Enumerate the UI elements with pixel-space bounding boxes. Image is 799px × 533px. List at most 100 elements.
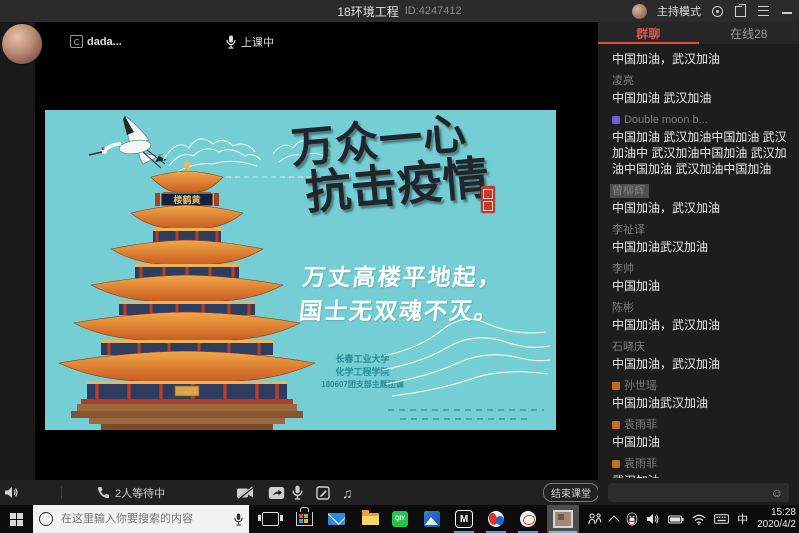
chat-author: 袁雨菲 [612,457,793,471]
task-view-icon [262,512,279,526]
toolbar-divider [61,486,62,499]
chat-author-name: 曾柳辉 [612,184,645,198]
speaker-icon[interactable] [4,480,19,505]
chat-message-text: 武汉加油 [612,473,793,478]
taskbar-search[interactable] [33,505,249,533]
taskbar-app-store[interactable] [288,505,320,533]
chat-author: 凌亮 [612,74,793,88]
chat-panel: 群聊 在线28 中国加油，武汉加油凌亮中国加油 武汉加油Double moon … [598,22,799,505]
chat-input[interactable]: ☺ [608,483,789,502]
slogan-line1: 万丈高楼平地起， [301,260,556,294]
chat-message: 曾柳辉中国加油，武汉加油 [612,184,793,216]
chat-author: 孙世瑶 [612,379,793,393]
host-mode-label[interactable]: 主持模式 [657,3,701,19]
chat-author-name: 袁雨菲 [624,457,657,471]
music-button[interactable]: ♫ [342,480,353,505]
screen-share-button[interactable] [268,480,285,505]
presenter-badge-icon [70,35,83,48]
tab-online-members[interactable]: 在线28 [699,22,799,44]
class-toolbar: 2人等待中 ♫ 结束课堂 [0,480,598,505]
chat-author-name: 凌亮 [612,74,634,88]
chat-message: 李帅中国加油 [612,262,793,294]
chat-message-text: 中国加油 [612,434,793,450]
chat-message-text: 中国加油，武汉加油 [612,51,793,67]
end-class-button[interactable]: 结束课堂 [543,483,599,502]
tray-battery-icon[interactable] [664,505,688,533]
chat-message: 陈彬中国加油，武汉加油 [612,301,793,333]
taskbar-app-explorer[interactable] [354,505,386,533]
search-input[interactable] [59,512,228,526]
tray-people-icon[interactable] [584,505,606,533]
tray-qq-icon[interactable] [622,505,642,533]
mgtv-icon: M [455,510,473,528]
emoji-icon[interactable]: ☺ [771,487,783,499]
waiting-count-label: 2人等待中 [115,485,165,501]
chat-message: 凌亮中国加油 武汉加油 [612,74,793,106]
chat-message-text: 中国加油武汉加油 [612,239,793,255]
author-badge-icon [612,382,620,390]
tray-network-icon[interactable] [688,505,710,533]
chat-message: 袁雨菲武汉加油 [612,457,793,478]
task-view-button[interactable] [254,505,286,533]
camera-off-button[interactable] [236,480,255,505]
taskbar-app-classroom-active[interactable] [547,505,579,533]
chat-message: 中国加油，武汉加油 [612,51,793,67]
tower-plaque-text: 楼鹤黄 [173,194,200,205]
ime-language-indicator[interactable]: 中 [733,505,752,533]
chat-message-text: 中国加油 武汉加油中国加油 武汉加油中 武汉加油中国加油 武汉加油中国加油 武汉… [612,129,793,177]
chat-author: Double moon b... [612,113,793,127]
meeting-app-icon [488,511,504,527]
chat-author: 李祉译 [612,223,793,237]
chat-author-name: 石晓庆 [612,340,645,354]
class-id: ID:4247412 [405,5,462,17]
chat-author: 陈彬 [612,301,793,315]
chat-author-name: 孙世瑶 [624,379,657,393]
yellow-crane-tower-illustration: 楼鹤黄 [57,158,317,430]
microsoft-store-icon [296,512,313,526]
tab-group-chat[interactable]: 群聊 [598,22,699,44]
tray-expand-chevron-icon[interactable] [606,505,622,533]
app-window: 18环境工程 ID:4247412 主持模式 dada... 上课中 [0,0,799,533]
author-badge-icon [612,116,620,124]
user-avatar[interactable] [632,4,647,19]
chat-tab-bar: 群聊 在线28 [598,22,799,44]
classroom-app-icon [553,510,573,528]
taskbar-app-mgtv[interactable]: M [448,505,480,533]
minimize-icon[interactable] [780,5,793,18]
taskbar-app-meeting[interactable] [480,505,512,533]
presenter-avatar[interactable] [2,24,42,64]
edit-annotate-button[interactable] [316,480,330,505]
hand-raise-queue-button[interactable]: 2人等待中 [97,480,165,505]
red-seal-icon [481,186,495,213]
chat-message-text: 中国加油 武汉加油 [612,90,793,106]
record-icon[interactable] [711,5,724,18]
chat-message-list[interactable]: 中国加油，武汉加油凌亮中国加油 武汉加油Double moon b...中国加油… [598,44,799,478]
chat-author: 曾柳辉 [612,184,793,198]
microphone-icon [226,35,236,49]
iqiyi-icon: QIY [392,511,408,527]
taskbar-clock[interactable]: 15:28 2020/4/2 [752,507,799,531]
chat-message: 石晓庆中国加油，武汉加油 [612,340,793,372]
clock-date: 2020/4/2 [757,519,796,531]
file-explorer-icon [362,513,379,525]
courseware-poster: 楼鹤黄 [45,110,556,430]
taskbar-app-circle[interactable] [512,505,544,533]
start-button[interactable] [0,505,33,533]
windows-taskbar: QIY M 中 [0,505,799,533]
taskbar-app-mail[interactable] [320,505,352,533]
menu-icon[interactable] [757,5,770,18]
popout-icon[interactable] [734,5,747,18]
taskbar-app-photos[interactable] [416,505,448,533]
chat-author: 李帅 [612,262,793,276]
chat-author-name: 李帅 [612,262,634,276]
taskbar-app-iqiyi[interactable]: QIY [384,505,416,533]
chat-author-name: 袁雨菲 [624,418,657,432]
phone-icon [97,486,110,499]
microphone-button[interactable] [292,480,303,505]
music-note-icon: ♫ [342,485,353,501]
search-mic-icon[interactable] [234,513,243,526]
chat-author: 石晓庆 [612,340,793,354]
tray-keyboard-icon[interactable] [710,505,733,533]
tray-volume-icon[interactable] [642,505,664,533]
chat-message-text: 中国加油，武汉加油 [612,200,793,216]
